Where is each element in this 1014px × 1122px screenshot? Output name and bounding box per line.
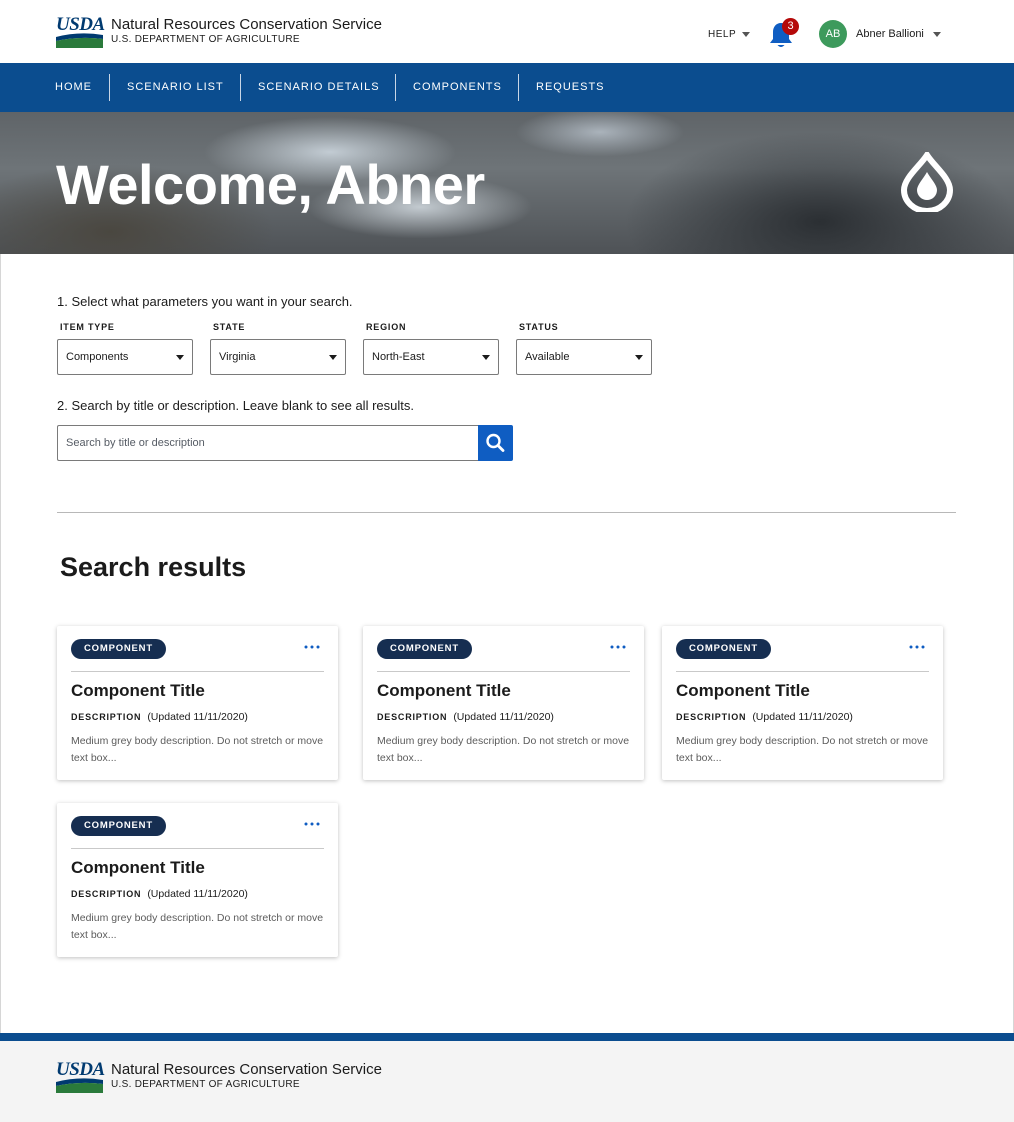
description-label: DESCRIPTION [377,712,448,722]
help-menu[interactable]: HELP [708,29,751,40]
region-value: North-East [372,351,425,363]
nav-separator [518,74,519,101]
result-card[interactable]: COMPONENT Component Title DESCRIPTION (Up… [57,803,338,957]
card-title[interactable]: Component Title [71,681,205,701]
updated-date: (Updated 11/11/2020) [752,711,853,723]
welcome-heading: Welcome, Abner [56,153,485,216]
card-divider [377,671,630,672]
card-meta: DESCRIPTION (Updated 11/11/2020) [377,711,554,723]
help-label: HELP [708,29,737,40]
step2-instruction: 2. Search by title or description. Leave… [57,398,414,413]
nav-item-scenario-list[interactable]: SCENARIO LIST [127,63,224,112]
more-icon[interactable] [909,644,925,650]
usda-mark: USDA [56,1059,105,1093]
water-drop-icon [900,152,954,212]
region-label: REGION [366,322,407,332]
item-type-value: Components [66,351,129,363]
nav-item-scenario-details[interactable]: SCENARIO DETAILS [258,63,380,112]
updated-date: (Updated 11/11/2020) [147,711,248,723]
usda-hills-icon [56,33,103,48]
card-description: Medium grey body description. Do not str… [71,735,324,764]
card-meta: DESCRIPTION (Updated 11/11/2020) [676,711,853,723]
item-type-label: ITEM TYPE [60,322,115,332]
more-icon[interactable] [304,821,320,827]
more-icon[interactable] [610,644,626,650]
status-value: Available [525,351,570,363]
hero-banner: Welcome, Abner [0,112,1014,254]
section-divider [57,512,956,513]
caret-down-icon [635,355,643,360]
card-meta: DESCRIPTION (Updated 11/11/2020) [71,888,248,900]
status-label: STATUS [519,322,559,332]
usda-hills-icon [56,1078,103,1093]
org-name: Natural Resources Conservation Service [111,16,382,33]
result-card[interactable]: COMPONENT Component Title DESCRIPTION (Up… [662,626,943,780]
card-title[interactable]: Component Title [676,681,810,701]
component-badge: COMPONENT [377,639,472,659]
more-icon[interactable] [304,644,320,650]
card-description: Medium grey body description. Do not str… [676,735,929,764]
org-text: Natural Resources Conservation Service U… [111,1061,382,1091]
nav-separator [240,74,241,101]
result-card[interactable]: COMPONENT Component Title DESCRIPTION (Up… [57,626,338,780]
component-badge: COMPONENT [71,816,166,836]
card-title[interactable]: Component Title [377,681,511,701]
card-meta: DESCRIPTION (Updated 11/11/2020) [71,711,248,723]
state-value: Virginia [219,351,256,363]
component-badge: COMPONENT [71,639,166,659]
org-text: Natural Resources Conservation Service U… [111,16,382,46]
component-badge: COMPONENT [676,639,771,659]
nav-separator [109,74,110,101]
nav-item-requests[interactable]: REQUESTS [536,63,605,112]
state-select[interactable]: Virginia [210,339,346,375]
card-divider [71,671,324,672]
card-title[interactable]: Component Title [71,858,205,878]
updated-date: (Updated 11/11/2020) [147,888,248,900]
search-button[interactable] [478,425,513,461]
footer-accent-bar [0,1033,1014,1041]
footer-usda-logo[interactable]: USDA Natural Resources Conservation Serv… [56,1059,382,1093]
status-select[interactable]: Available [516,339,652,375]
nav-item-home[interactable]: HOME [55,63,92,112]
description-label: DESCRIPTION [676,712,747,722]
main-nav: HOME SCENARIO LIST SCENARIO DETAILS COMP… [0,63,1014,112]
card-divider [676,671,929,672]
nav-separator [395,74,396,101]
results-heading: Search results [60,552,247,582]
notification-badge: 3 [782,18,799,35]
avatar: AB [819,20,847,48]
step1-instruction: 1. Select what parameters you want in yo… [57,294,353,309]
caret-down-icon [742,32,751,37]
description-label: DESCRIPTION [71,712,142,722]
user-name: Abner Ballioni [856,28,924,40]
result-card[interactable]: COMPONENT Component Title DESCRIPTION (Up… [363,626,644,780]
caret-down-icon [176,355,184,360]
search-input[interactable] [57,425,479,461]
card-description: Medium grey body description. Do not str… [71,912,324,941]
caret-down-icon [482,355,490,360]
usda-logo[interactable]: USDA Natural Resources Conservation Serv… [56,14,382,48]
footer-org-subtitle: U.S. DEPARTMENT OF AGRICULTURE [111,1079,300,1090]
item-type-select[interactable]: Components [57,339,193,375]
nav-item-components[interactable]: COMPONENTS [413,63,502,112]
user-menu[interactable]: AB Abner Ballioni [819,20,941,48]
region-select[interactable]: North-East [363,339,499,375]
updated-date: (Updated 11/11/2020) [453,711,554,723]
caret-down-icon [932,31,941,37]
card-divider [71,848,324,849]
caret-down-icon [329,355,337,360]
site-footer: USDA Natural Resources Conservation Serv… [0,1041,1014,1122]
state-label: STATE [213,322,246,332]
site-header: USDA Natural Resources Conservation Serv… [0,0,1014,63]
search-icon [486,433,505,452]
footer-org-name: Natural Resources Conservation Service [111,1061,382,1078]
usda-mark: USDA [56,14,105,48]
description-label: DESCRIPTION [71,889,142,899]
org-subtitle: U.S. DEPARTMENT OF AGRICULTURE [111,34,300,45]
card-description: Medium grey body description. Do not str… [377,735,630,764]
